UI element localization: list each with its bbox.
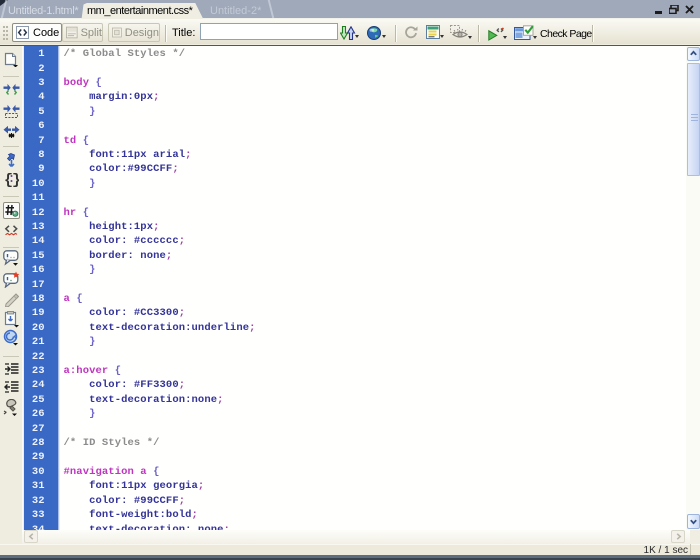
svg-text:}: } — [12, 172, 19, 187]
